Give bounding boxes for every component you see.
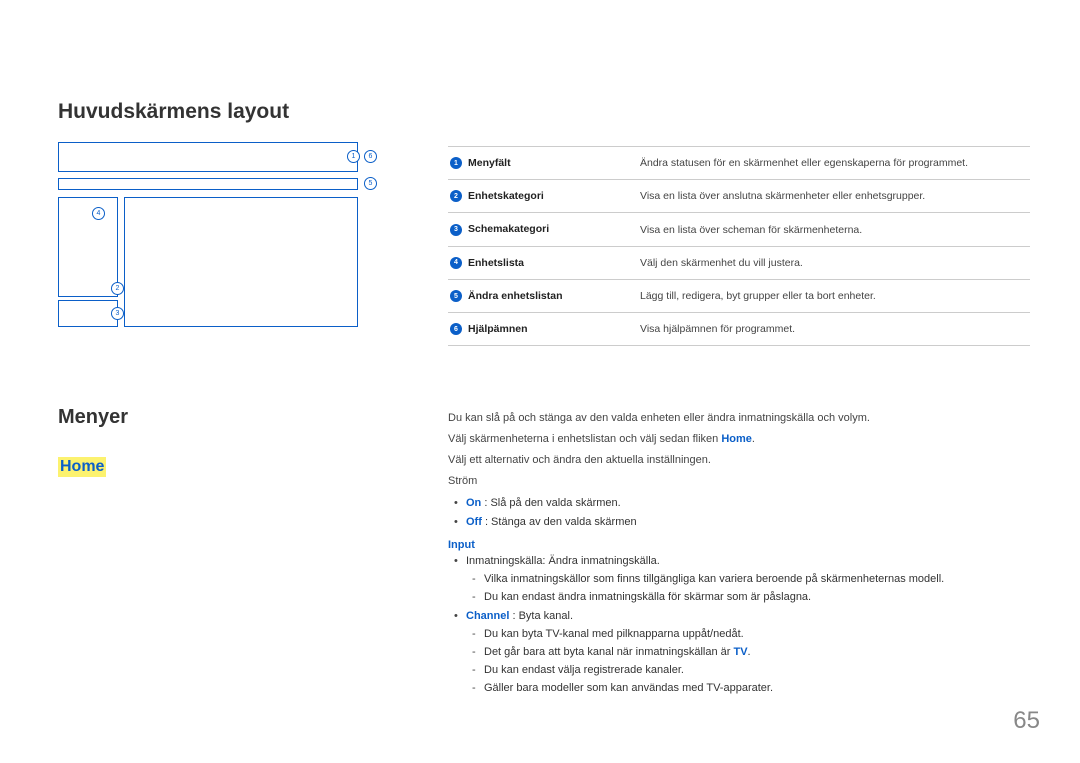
heading-home: Home	[58, 457, 106, 477]
strom-label: Ström	[448, 473, 1030, 490]
table-bubble: 5	[450, 290, 462, 302]
diagram-bubble-3: 3	[111, 307, 124, 320]
diagram-box-menubar	[58, 142, 358, 172]
table-bubble: 2	[450, 190, 462, 202]
table-desc: Lägg till, redigera, byt grupper eller t…	[638, 279, 1030, 312]
list-item: Inmatningskälla: Ändra inmatningskälla. …	[466, 553, 1030, 606]
table-key: 1 Menyfält	[448, 147, 638, 180]
table-term: Ändra enhetslistan	[468, 290, 563, 302]
table-row: 2 Enhetskategori Visa en lista över anslut…	[448, 180, 1030, 213]
tv-highlight: TV	[733, 646, 747, 658]
diagram-bubble-1: 1	[347, 150, 360, 163]
table-bubble: 6	[450, 323, 462, 335]
diagram-bubble-5: 5	[364, 177, 377, 190]
table-term: Enhetskategori	[468, 190, 544, 202]
table-row: 6 Hjälpämnen Visa hjälpämnen för programme…	[448, 313, 1030, 346]
table-row: 5 Ändra enhetslistan Lägg till, redigera, …	[448, 279, 1030, 312]
para-intro-2: Välj skärmenheterna i enhetslistan och v…	[448, 431, 1030, 448]
input-label: Input	[448, 539, 1030, 551]
channel-highlight: Channel	[466, 610, 509, 622]
diagram-bubble-4: 4	[92, 207, 105, 220]
diagram-box-toolbar	[58, 178, 358, 190]
menyer-right: Du kan slå på och stänga av den valda en…	[448, 406, 1030, 699]
layout-columns: 1 6 5 4 2 3 1 Menyfält Ändra statusen för …	[58, 142, 1030, 346]
channel-text: : Byta kanal.	[509, 610, 573, 622]
ch-sub2a: Det går bara att byta kanal när inmatnin…	[484, 646, 733, 658]
table-key: 4 Enhetslista	[448, 246, 638, 279]
list-item: Du kan byta TV-kanal med pilknapparna up…	[484, 626, 1030, 643]
heading-menyer: Menyer	[58, 406, 403, 429]
list-item: Det går bara att byta kanal när inmatnin…	[484, 644, 1030, 661]
page-number: 65	[1013, 707, 1040, 735]
table-key: 3 Schemakategori	[448, 213, 638, 246]
home-highlight: Home	[721, 433, 752, 445]
off-text: : Stänga av den valda skärmen	[482, 516, 637, 528]
table-term: Menyfält	[468, 157, 511, 169]
table-key: 5 Ändra enhetslistan	[448, 279, 638, 312]
off-highlight: Off	[466, 516, 482, 528]
diagram-bubble-6: 6	[364, 150, 377, 163]
table-row: 3 Schemakategori Visa en lista över schema…	[448, 213, 1030, 246]
list-item: On : Slå på den valda skärmen.	[466, 495, 1030, 512]
menyer-left: Menyer Home	[58, 406, 403, 477]
diagram-box-sidebar-bottom	[58, 300, 118, 327]
inmat-text: Inmatningskälla: Ändra inmatningskälla.	[466, 555, 660, 567]
input-list: Inmatningskälla: Ändra inmatningskälla. …	[448, 553, 1030, 697]
legend-table: 1 Menyfält Ändra statusen för en skärmenhe…	[448, 146, 1030, 346]
table-row: 1 Menyfält Ändra statusen för en skärmenhe…	[448, 147, 1030, 180]
input-sublist: Vilka inmatningskällor som finns tillgän…	[466, 571, 1030, 606]
list-item: Off : Stänga av den valda skärmen	[466, 514, 1030, 531]
list-item: Du kan endast ändra inmatningskälla för …	[484, 589, 1030, 606]
heading-layout: Huvudskärmens layout	[58, 100, 1030, 124]
table-desc: Ändra statusen för en skärmenhet eller e…	[638, 147, 1030, 180]
para-intro-2a: Välj skärmenheterna i enhetslistan och v…	[448, 433, 721, 445]
layout-diagram: 1 6 5 4 2 3	[58, 142, 388, 327]
menyer-columns: Menyer Home Du kan slå på och stänga av …	[58, 406, 1030, 699]
table-term: Hjälpämnen	[468, 323, 528, 335]
diagram-box-sidebar-top	[58, 197, 118, 297]
table-bubble: 3	[450, 224, 462, 236]
list-item: Du kan endast välja registrerade kanaler…	[484, 662, 1030, 679]
list-item: Vilka inmatningskällor som finns tillgän…	[484, 571, 1030, 588]
table-desc: Visa en lista över scheman för skärmenhe…	[638, 213, 1030, 246]
table-key: 6 Hjälpämnen	[448, 313, 638, 346]
table-bubble: 1	[450, 157, 462, 169]
channel-sublist: Du kan byta TV-kanal med pilknapparna up…	[466, 626, 1030, 697]
table-row: 4 Enhetslista Välj den skärmenhet du vill …	[448, 246, 1030, 279]
diagram-column: 1 6 5 4 2 3	[58, 142, 403, 327]
table-desc: Välj den skärmenhet du vill justera.	[638, 246, 1030, 279]
table-desc: Visa hjälpämnen för programmet.	[638, 313, 1030, 346]
para-intro-3: Välj ett alternativ och ändra den aktuel…	[448, 452, 1030, 469]
diagram-bubble-2: 2	[111, 282, 124, 295]
table-key: 2 Enhetskategori	[448, 180, 638, 213]
table-term: Enhetslista	[468, 257, 524, 269]
on-text: : Slå på den valda skärmen.	[481, 497, 620, 509]
ch-sub2c: .	[748, 646, 751, 658]
para-intro-1: Du kan slå på och stänga av den valda en…	[448, 410, 1030, 427]
table-column: 1 Menyfält Ändra statusen för en skärmenhe…	[448, 142, 1030, 346]
diagram-box-main	[124, 197, 358, 327]
on-highlight: On	[466, 497, 481, 509]
table-term: Schemakategori	[468, 223, 549, 235]
strom-list: On : Slå på den valda skärmen. Off : Stä…	[448, 495, 1030, 531]
para-intro-2c: .	[752, 433, 755, 445]
list-item: Gäller bara modeller som kan användas me…	[484, 680, 1030, 697]
table-desc: Visa en lista över anslutna skärmenheter…	[638, 180, 1030, 213]
table-bubble: 4	[450, 257, 462, 269]
list-item: Channel : Byta kanal. Du kan byta TV-kan…	[466, 608, 1030, 697]
